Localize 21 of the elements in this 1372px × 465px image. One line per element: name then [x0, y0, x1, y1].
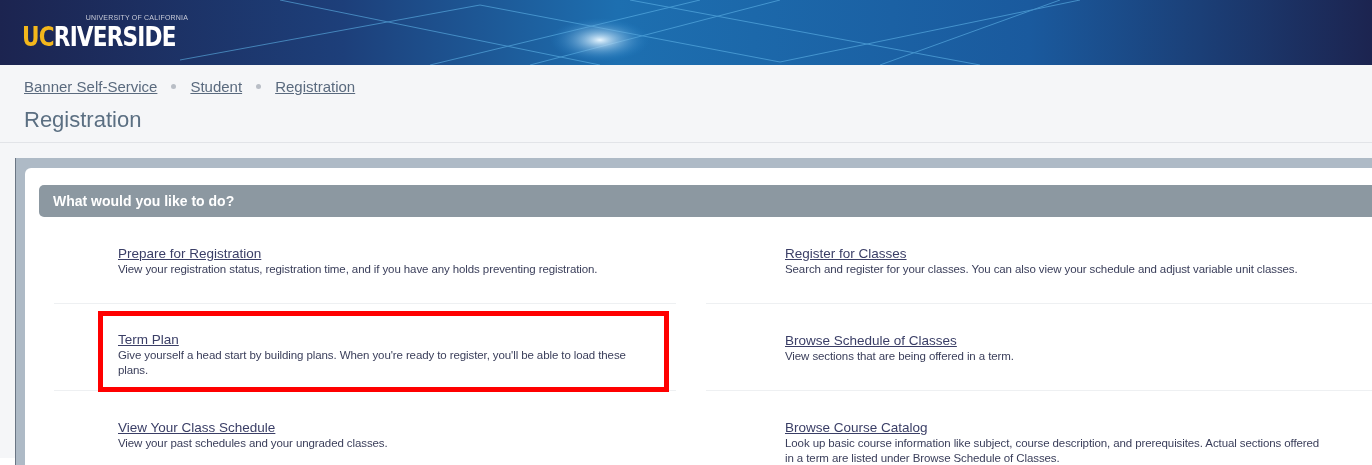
- option-description: View sections that are being offered in a term.: [785, 349, 1015, 364]
- logo-name: RIVERSIDE: [53, 20, 176, 52]
- option-link[interactable]: View Your Class Schedule: [118, 420, 276, 435]
- breadcrumb-link[interactable]: Banner Self-Service: [24, 77, 158, 95]
- option-link[interactable]: Term Plan: [118, 332, 179, 347]
- option-link[interactable]: Prepare for Registration: [118, 246, 262, 261]
- breadcrumb-separator-icon: [171, 83, 177, 89]
- panel-header: What would you like to do?: [39, 185, 1372, 217]
- breadcrumb-link[interactable]: Student: [190, 77, 243, 95]
- option-link[interactable]: Browse Course Catalog: [785, 420, 928, 435]
- option-description: Search and register for your classes. You can also view your schedule and adjust variable unit classes.: [785, 262, 1299, 277]
- option-link[interactable]: Register for Classes: [785, 246, 907, 261]
- page-title: Registration: [24, 107, 143, 133]
- option-description: View your registration status, registration time, and if you have any holds preventing registration.: [118, 262, 599, 277]
- option-description: Look up basic course information like subject, course description, and prerequisites. Actual sections offered in a term are listed under Browse Schedule of Classes.: [785, 436, 1321, 465]
- breadcrumb-separator-icon: [256, 83, 262, 89]
- breadcrumb-link[interactable]: Registration: [275, 77, 356, 95]
- option-link[interactable]: Browse Schedule of Classes: [785, 333, 957, 348]
- logo-uc: UC: [22, 20, 54, 52]
- option-description: View your past schedules and your ungraded classes.: [118, 436, 389, 451]
- option-description: Give yourself a head start by building plans. When you're ready to register, you'll be able to load these plans.: [118, 348, 627, 378]
